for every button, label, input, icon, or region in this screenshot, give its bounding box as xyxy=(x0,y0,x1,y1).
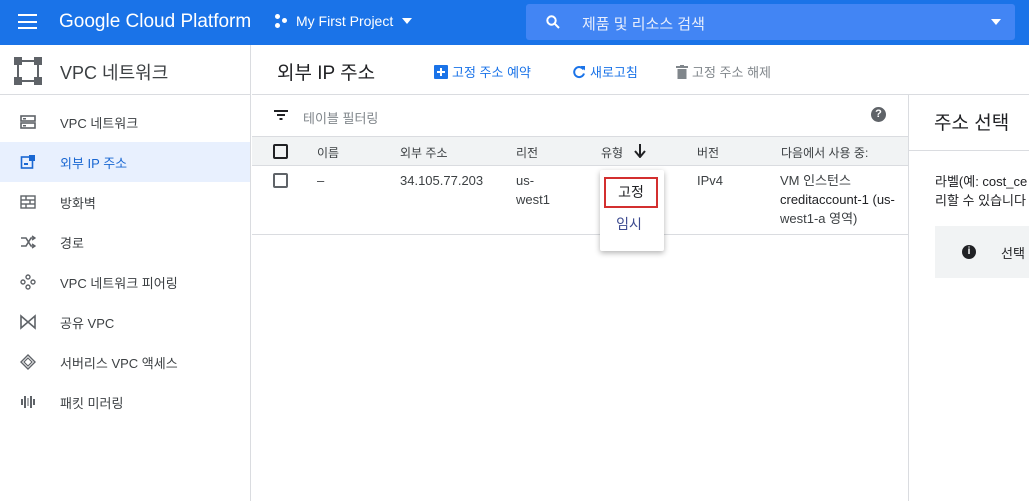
sidebar-item-label: VPC 네트워크 xyxy=(60,115,139,131)
info-icon: i xyxy=(962,245,976,259)
type-option-ephemeral[interactable]: 임시 xyxy=(600,214,658,234)
search-icon xyxy=(546,15,560,29)
table-header: 이름 외부 주소 리전 유형 버전 다음에서 사용 중: xyxy=(252,137,908,166)
project-name: My First Project xyxy=(296,13,394,29)
column-header-used-by[interactable]: 다음에서 사용 중: xyxy=(781,144,868,161)
release-static-address-button[interactable]: 고정 주소 해제 xyxy=(676,62,771,81)
hamburger-menu-icon[interactable] xyxy=(18,14,37,29)
reserve-static-address-button[interactable]: 고정 주소 예약 xyxy=(434,62,531,81)
type-option-static[interactable]: 고정 xyxy=(604,177,658,208)
sidebar-item-peering[interactable]: VPC 네트워크 피어링 xyxy=(0,262,250,302)
column-header-type[interactable]: 유형 xyxy=(601,144,623,161)
project-selector[interactable]: My First Project xyxy=(274,13,413,29)
gcp-brand[interactable]: Google Cloud Platform xyxy=(59,11,251,33)
info-panel: 주소 선택 라벨(예: cost_ce 리할 수 있습니다 i 선택 xyxy=(908,95,1029,501)
sidebar-item-label: 패킷 미러링 xyxy=(60,395,124,411)
column-header-name[interactable]: 이름 xyxy=(317,144,339,161)
firewall-icon xyxy=(20,195,36,209)
cell-used-by-instance-link[interactable]: creditaccount-1 (us- xyxy=(780,190,895,209)
refresh-button[interactable]: 새로고침 xyxy=(572,62,638,81)
cell-used-by-line1: VM 인스턴스 xyxy=(780,173,851,188)
chevron-down-icon xyxy=(402,18,413,24)
row-checkbox[interactable] xyxy=(273,173,288,188)
refresh-icon xyxy=(573,65,585,78)
sidebar-item-firewall[interactable]: 방화벽 xyxy=(0,182,250,222)
filter-placeholder: 테이블 필터링 xyxy=(303,111,379,126)
search-dropdown-icon[interactable] xyxy=(991,19,1001,25)
sidebar-nav: VPC 네트워크 외부 IP 주소 방화벽 경로 VPC 네트워크 피어링 공유… xyxy=(0,95,251,501)
column-header-version[interactable]: 버전 xyxy=(697,144,719,161)
table-filter-bar[interactable]: 테이블 필터링 ? xyxy=(252,95,908,137)
trash-icon xyxy=(676,64,688,79)
sidebar-item-label: 공유 VPC xyxy=(60,315,115,331)
select-all-checkbox[interactable] xyxy=(273,144,288,159)
filter-list-icon[interactable] xyxy=(274,109,288,121)
vpc-logo-icon xyxy=(14,57,42,85)
sidebar-header: VPC 네트워크 xyxy=(0,45,251,95)
type-dropdown-menu: 고정 임시 xyxy=(600,170,664,251)
sidebar-item-label: VPC 네트워크 피어링 xyxy=(60,275,178,291)
help-icon[interactable]: ? xyxy=(871,107,886,122)
panel-text-line1: 라벨(예: cost_ce xyxy=(935,174,1028,189)
sidebar-item-serverless[interactable]: 서버리스 VPC 액세스 xyxy=(0,342,250,382)
search-bar[interactable]: 제품 및 리소스 검색 xyxy=(526,4,1015,40)
panel-description: 라벨(예: cost_ce 리할 수 있습니다 xyxy=(935,172,1027,210)
routes-icon xyxy=(21,235,36,249)
page-title: 외부 IP 주소 xyxy=(277,63,376,84)
serverless-icon xyxy=(20,354,36,370)
cell-region-line1: us- xyxy=(516,173,535,188)
panel-divider xyxy=(909,150,1029,151)
table-row[interactable]: – 34.105.77.203 us- west1 IPv4 VM 인스턴스 c… xyxy=(252,166,908,235)
external-ip-icon xyxy=(20,155,35,169)
sidebar-item-label: 경로 xyxy=(60,235,84,251)
sidebar-item-label: 외부 IP 주소 xyxy=(60,155,128,171)
reserve-label: 고정 주소 예약 xyxy=(452,65,531,80)
search-placeholder: 제품 및 리소스 검색 xyxy=(582,16,705,33)
cell-name: – xyxy=(317,173,325,188)
panel-text-line2: 리할 수 있습니다 xyxy=(935,193,1026,208)
refresh-label: 새로고침 xyxy=(590,65,638,80)
panel-title: 주소 선택 xyxy=(934,113,1010,134)
sidebar-item-external-ip[interactable]: 외부 IP 주소 xyxy=(0,142,250,182)
page-header: 외부 IP 주소 고정 주소 예약 새로고침 고정 주소 해제 xyxy=(252,45,1029,95)
sidebar-item-vpc-network[interactable]: VPC 네트워크 xyxy=(0,102,250,142)
sidebar-item-label: 방화벽 xyxy=(60,195,96,211)
shared-vpc-icon xyxy=(20,314,36,330)
info-box-text: 선택 xyxy=(1001,246,1025,261)
vpc-network-icon xyxy=(20,115,36,129)
sidebar-item-packet-mirroring[interactable]: 패킷 미러링 xyxy=(0,382,250,422)
add-box-icon xyxy=(434,64,448,79)
panel-info-box: i 선택 xyxy=(935,226,1029,278)
peering-icon xyxy=(20,274,36,290)
cell-used-by-line3: west1-a 영역) xyxy=(780,211,858,226)
sidebar-item-routes[interactable]: 경로 xyxy=(0,222,250,262)
column-header-region[interactable]: 리전 xyxy=(516,144,538,161)
cell-address: 34.105.77.203 xyxy=(400,173,484,188)
sidebar-title: VPC 네트워크 xyxy=(60,63,169,83)
cell-region-line2: west1 xyxy=(516,192,550,207)
top-app-bar: Google Cloud Platform My First Project 제… xyxy=(0,0,1029,45)
cell-version: IPv4 xyxy=(697,173,724,188)
sort-arrow-down-icon[interactable] xyxy=(634,144,646,158)
sidebar-item-shared-vpc[interactable]: 공유 VPC xyxy=(0,302,250,342)
packet-mirroring-icon xyxy=(21,396,35,408)
sidebar-item-label: 서버리스 VPC 액세스 xyxy=(60,355,178,371)
project-dots-icon xyxy=(274,13,290,29)
release-label: 고정 주소 해제 xyxy=(692,65,771,80)
column-header-address[interactable]: 외부 주소 xyxy=(400,144,448,161)
